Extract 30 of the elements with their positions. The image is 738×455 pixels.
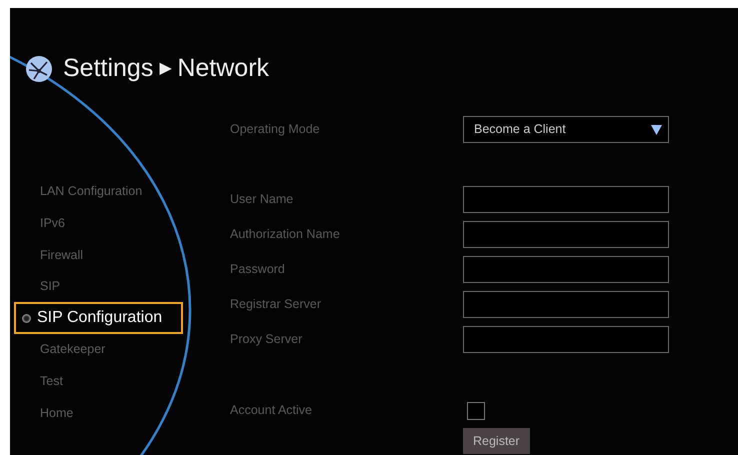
- register-button[interactable]: Register: [463, 428, 530, 454]
- dropdown-arrow-icon: [651, 124, 662, 134]
- sidebar-item[interactable]: Home: [10, 397, 80, 429]
- bullet-icon: [22, 314, 31, 323]
- sidebar-item[interactable]: Test: [10, 366, 69, 398]
- field-label: Password: [230, 261, 286, 278]
- field-label: Account Active: [230, 402, 313, 420]
- field-label: Registrar Server: [230, 296, 322, 314]
- sidebar-item[interactable]: Gatekeeper: [10, 334, 112, 366]
- input-field[interactable]: [463, 326, 669, 353]
- input-field[interactable]: [463, 256, 669, 283]
- dropdown-field[interactable]: Become a Client: [463, 116, 669, 143]
- field-label: User Name: [230, 191, 294, 208]
- field-label: Operating Mode: [230, 121, 321, 138]
- sidebar-item[interactable]: Firewall: [10, 239, 90, 271]
- field-label: Authorization Name: [230, 226, 341, 244]
- globe-icon: [25, 55, 53, 83]
- sidebar-item[interactable]: IPv6: [10, 208, 72, 240]
- sidebar-item[interactable]: LAN Configuration: [10, 176, 148, 208]
- separator-icon: ▶: [159, 57, 172, 81]
- dropdown-value: Become a Client: [474, 121, 566, 138]
- input-field[interactable]: [463, 291, 669, 318]
- field-label: Proxy Server: [230, 331, 304, 348]
- page-title: Settings: [63, 53, 154, 84]
- input-field[interactable]: [463, 186, 669, 213]
- sidebar-item[interactable]: SIP Configuration: [14, 302, 183, 334]
- page-subtitle: Network: [177, 53, 270, 84]
- input-field[interactable]: [463, 221, 669, 248]
- checkbox[interactable]: [467, 402, 485, 420]
- sidebar-item[interactable]: SIP: [10, 270, 66, 302]
